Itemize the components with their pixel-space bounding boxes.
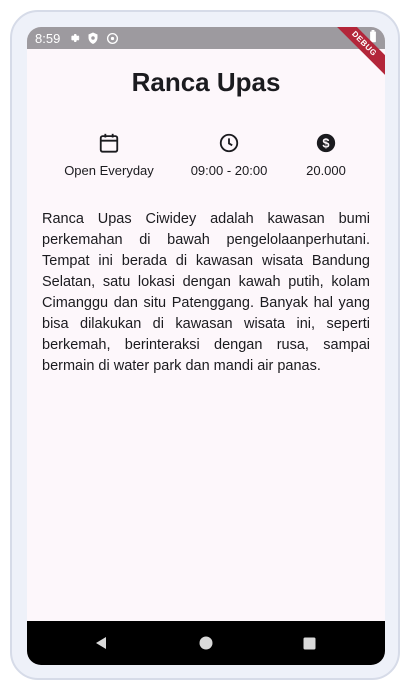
info-row: Open Everyday 09:00 - 20:00 $ 20.000	[27, 132, 385, 182]
info-hours-label: 09:00 - 20:00	[190, 163, 268, 178]
back-icon[interactable]	[91, 633, 111, 653]
home-icon[interactable]	[196, 633, 216, 653]
navigation-bar	[27, 621, 385, 665]
page-title: Ranca Upas	[131, 67, 281, 97]
dollar-icon: $	[315, 132, 337, 154]
calendar-icon	[98, 132, 120, 154]
info-price-label: 20.000	[306, 163, 346, 178]
info-price: $ 20.000	[266, 132, 385, 178]
status-bar: 8:59 DEBUG	[27, 27, 385, 81]
shield-icon	[87, 32, 99, 45]
status-time: 8:59	[35, 30, 61, 46]
clock-icon	[218, 132, 240, 154]
settings-icon	[68, 32, 80, 44]
svg-text:$: $	[322, 136, 329, 151]
place-description: Ranca Upas Ciwidey adalah kawasan bumi p…	[42, 211, 370, 374]
app-screen: 8:59 DEBUG Ranca Upas Open Everyday 09:0…	[27, 27, 385, 665]
info-open-days-label: Open Everyday	[64, 163, 154, 178]
recents-icon[interactable]	[299, 633, 319, 653]
info-open-days: Open Everyday	[49, 132, 169, 178]
sync-icon	[106, 32, 119, 45]
